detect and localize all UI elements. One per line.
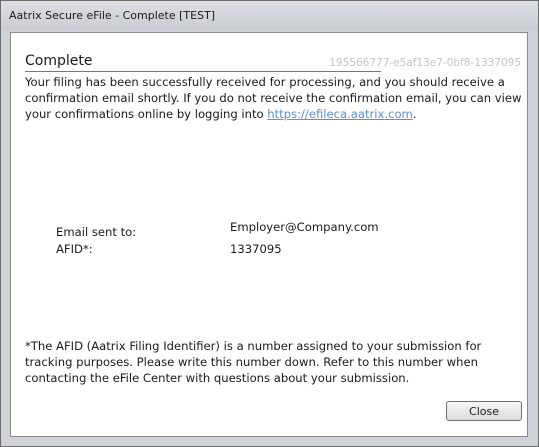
afid-footnote: *The AFID (Aatrix Filing Identifier) is …: [25, 339, 482, 385]
afid-label: AFID*:: [56, 242, 93, 256]
heading-divider: [25, 71, 381, 72]
dialog-window: Aatrix Secure eFile - Complete [TEST] Co…: [0, 0, 539, 447]
close-button[interactable]: Close: [446, 401, 522, 421]
email-value: Employer@Company.com: [230, 220, 379, 234]
window-title: Aatrix Secure eFile - Complete [TEST]: [9, 9, 216, 22]
content-panel: Complete 195566777-e5af13e7-0bf8-1337095…: [10, 32, 528, 437]
email-label: Email sent to:: [56, 225, 137, 239]
efile-link[interactable]: https://efileca.aatrix.com: [267, 107, 413, 121]
confirmation-message: Your filing has been successfully receiv…: [25, 74, 523, 122]
page-title: Complete: [25, 53, 93, 69]
afid-value: 1337095: [230, 242, 282, 256]
title-bar[interactable]: Aatrix Secure eFile - Complete [TEST]: [1, 1, 538, 31]
filing-id: 195566777-e5af13e7-0bf8-1337095: [329, 57, 521, 69]
message-end: .: [412, 107, 417, 121]
